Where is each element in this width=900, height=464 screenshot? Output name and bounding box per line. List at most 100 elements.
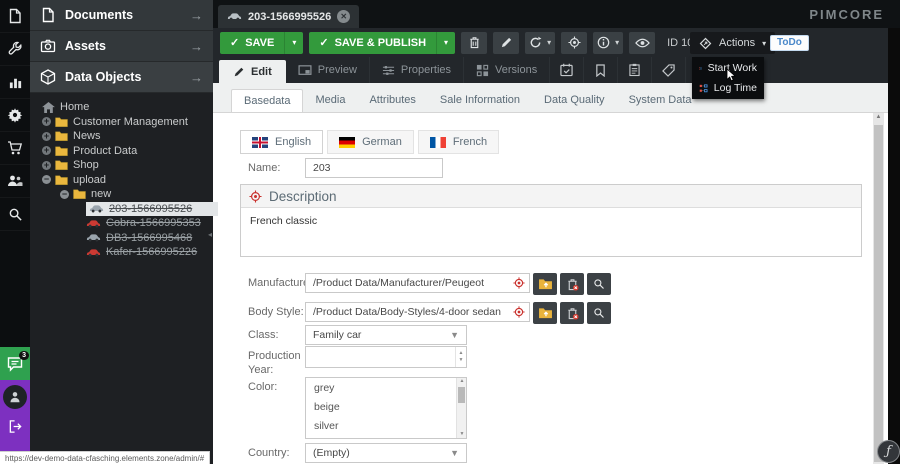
main-scrollbar[interactable]: ▲ xyxy=(873,113,884,464)
menu-item-start-work[interactable]: Start Work xyxy=(692,58,764,78)
sidebar-panel-documents[interactable]: Documents → xyxy=(30,0,213,31)
close-tab-icon[interactable]: ✕ xyxy=(337,10,350,23)
notes-button[interactable] xyxy=(584,57,618,83)
tab-properties[interactable]: Properties xyxy=(370,57,464,83)
customers-users-icon[interactable] xyxy=(0,165,30,198)
tree-item-customer-management[interactable]: + Customer Management xyxy=(30,115,213,130)
color-multiselect[interactable]: grey beige silver ▲ ▼ xyxy=(305,377,467,439)
delete-button[interactable] xyxy=(461,32,487,54)
body-style-remove-button[interactable] xyxy=(560,302,584,324)
check-icon: ✓ xyxy=(230,36,239,49)
spin-up-icon[interactable]: ▲ xyxy=(459,350,464,357)
reload-dropdown-caret[interactable]: ▾ xyxy=(547,38,551,47)
tools-rail-icon[interactable] xyxy=(0,33,30,66)
save-dropdown-caret[interactable]: ▾ xyxy=(284,32,303,54)
tree-resize-handle[interactable]: ◂ xyxy=(208,230,212,239)
tree-item-home[interactable]: Home xyxy=(30,100,213,115)
open-preview-button[interactable] xyxy=(629,32,655,54)
tree-item-upload[interactable]: − upload xyxy=(30,173,213,188)
tab-system-data[interactable]: System Data xyxy=(617,89,704,113)
production-year-row: Production Year: ▲ ▼ xyxy=(248,346,467,378)
sidebar-panel-assets[interactable]: Assets → xyxy=(30,31,213,62)
rename-button[interactable] xyxy=(493,32,519,54)
tab-data-quality[interactable]: Data Quality xyxy=(532,89,617,113)
tab-media[interactable]: Media xyxy=(303,89,357,113)
layout-tabs: Basedata Media Attributes Sale Informati… xyxy=(231,89,704,113)
folder-up-icon xyxy=(538,278,553,290)
collapse-minus-icon[interactable]: − xyxy=(60,190,69,199)
scroll-up-icon[interactable]: ▲ xyxy=(873,114,884,120)
tab-preview[interactable]: Preview xyxy=(286,57,370,83)
color-option-beige[interactable]: beige xyxy=(306,397,466,416)
info-button[interactable]: ▾ xyxy=(593,32,623,54)
tab-basedata[interactable]: Basedata xyxy=(231,89,303,113)
save-publish-button[interactable]: ✓SAVE & PUBLISH ▾ xyxy=(309,32,455,54)
ecommerce-cart-icon[interactable] xyxy=(0,132,30,165)
settings-gear-icon[interactable] xyxy=(0,99,30,132)
lang-tab-french[interactable]: French xyxy=(418,130,499,154)
locate-in-tree-button[interactable] xyxy=(561,32,587,54)
lang-tab-german[interactable]: German xyxy=(327,130,414,154)
country-select[interactable]: (Empty) ▼ xyxy=(305,443,467,463)
production-year-input[interactable] xyxy=(306,347,455,367)
tree-item-shop[interactable]: + Shop xyxy=(30,158,213,173)
tab-edit[interactable]: Edit xyxy=(219,60,286,83)
tab-attributes[interactable]: Attributes xyxy=(357,89,427,113)
manufacturer-remove-button[interactable] xyxy=(560,273,584,295)
spin-down-icon[interactable]: ▼ xyxy=(459,357,464,364)
tab-sale-information[interactable]: Sale Information xyxy=(428,89,532,113)
sidebar-panel-data-objects[interactable]: Data Objects → xyxy=(30,62,213,93)
search-icon[interactable] xyxy=(0,198,30,231)
reload-button[interactable]: ▾ xyxy=(525,32,555,54)
tree-item-news[interactable]: + News xyxy=(30,129,213,144)
body-style-input[interactable] xyxy=(305,302,530,322)
country-label: Country: xyxy=(248,443,305,461)
schedule-button[interactable] xyxy=(550,57,584,83)
actions-button[interactable]: Actions ▾ xyxy=(690,32,775,54)
collapse-minus-icon[interactable]: − xyxy=(42,175,51,184)
panel-arrow-icon[interactable]: → xyxy=(190,70,203,85)
documents-rail-icon[interactable] xyxy=(0,0,30,33)
color-option-grey[interactable]: grey xyxy=(306,378,466,397)
expand-plus-icon[interactable]: + xyxy=(42,161,51,170)
color-list-scrollbar[interactable]: ▲ ▼ xyxy=(456,378,466,438)
tree-item-cobra[interactable]: Cobra-1566995353 xyxy=(30,216,213,231)
panel-arrow-icon[interactable]: → xyxy=(190,39,203,54)
save-publish-dropdown-caret[interactable]: ▾ xyxy=(436,32,455,54)
expand-plus-icon[interactable]: + xyxy=(42,117,51,126)
scroll-down-icon[interactable]: ▼ xyxy=(457,431,467,437)
tree-item-product-data[interactable]: + Product Data xyxy=(30,144,213,159)
tree-item-db3[interactable]: DB3-1566995468 xyxy=(30,231,213,246)
color-option-silver[interactable]: silver xyxy=(306,416,466,435)
logout-icon[interactable] xyxy=(0,413,30,439)
tree-item-kafer[interactable]: Kafer-1566995226 xyxy=(30,245,213,260)
description-editor[interactable]: French classic xyxy=(241,208,861,234)
tab-versions[interactable]: Versions xyxy=(464,57,550,83)
manufacturer-open-button[interactable] xyxy=(533,273,557,295)
panel-arrow-icon[interactable]: → xyxy=(190,8,203,23)
open-object-tab[interactable]: 203-1566995526 ✕ xyxy=(218,5,359,28)
scroll-thumb[interactable] xyxy=(874,125,883,462)
info-dropdown-caret[interactable]: ▾ xyxy=(615,38,619,47)
scroll-thumb[interactable] xyxy=(458,387,465,403)
reports-rail-icon[interactable] xyxy=(0,66,30,99)
tags-button[interactable] xyxy=(652,57,686,83)
manufacturer-search-button[interactable] xyxy=(587,273,611,295)
reports-button[interactable] xyxy=(618,57,652,83)
manufacturer-input[interactable] xyxy=(305,273,530,293)
expand-plus-icon[interactable]: + xyxy=(42,132,51,141)
body-style-open-button[interactable] xyxy=(533,302,557,324)
lang-tab-english[interactable]: English xyxy=(240,130,323,154)
tree-item-new[interactable]: − new xyxy=(30,187,213,202)
save-button[interactable]: ✓SAVE ▾ xyxy=(220,32,303,54)
name-input[interactable] xyxy=(305,158,443,178)
expand-plus-icon[interactable]: + xyxy=(42,146,51,155)
feedback-widget-icon[interactable]: ƒ xyxy=(877,440,900,463)
body-style-search-button[interactable] xyxy=(587,302,611,324)
class-select[interactable]: Family car ▼ xyxy=(305,325,467,345)
tree-item-203-selected[interactable]: 203-1566995526 xyxy=(30,202,213,217)
user-avatar[interactable] xyxy=(3,385,27,409)
scroll-up-icon[interactable]: ▲ xyxy=(457,378,467,384)
chat-button[interactable]: 3 xyxy=(0,347,30,380)
production-year-spinner[interactable]: ▲ ▼ xyxy=(305,346,467,368)
